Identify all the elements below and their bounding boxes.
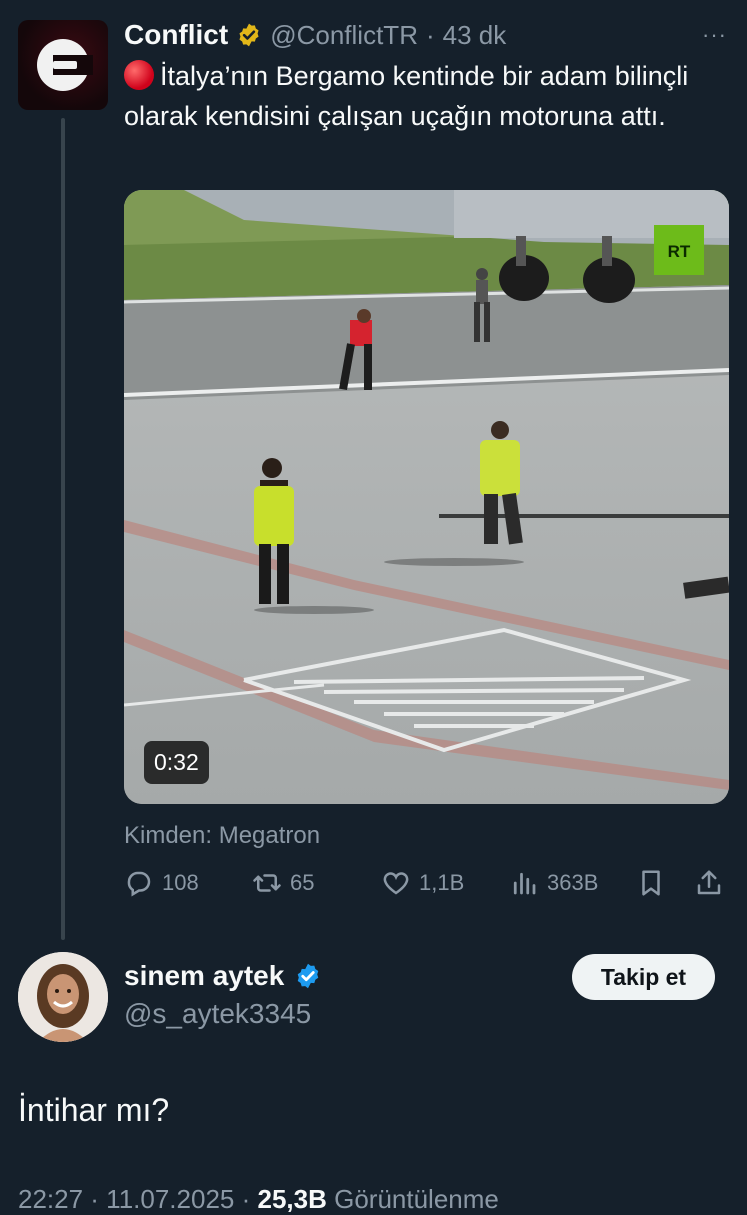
tweet-body: İtalya’nın Bergamo kentinde bir adam bil… <box>124 61 689 131</box>
share-icon <box>697 870 721 895</box>
reply-text: İntihar mı? <box>18 1092 170 1128</box>
views-button[interactable]: 363B <box>509 868 598 898</box>
reply-views-count: 25,3B <box>257 1184 327 1214</box>
retweet-count: 65 <box>290 870 315 895</box>
source-label[interactable]: Kimden: Megatron <box>124 822 320 850</box>
views-icon <box>513 872 536 895</box>
red-circle-icon <box>124 60 154 90</box>
svg-text:RT: RT <box>668 242 691 261</box>
tweet-header: Conflict @ConflictTR · 43 dk <box>124 18 506 52</box>
follow-button[interactable]: Takip et <box>572 954 715 1000</box>
like-count: 1,1B <box>419 870 465 895</box>
reply-button[interactable]: 108 <box>124 868 199 898</box>
like-button[interactable]: 1,1B <box>381 868 464 898</box>
author-name[interactable]: Conflict <box>124 19 228 51</box>
reply-count: 108 <box>162 870 199 895</box>
thread-line <box>61 118 65 940</box>
reply-author-name[interactable]: sinem aytek <box>124 960 284 992</box>
reply-views-label: Görüntülenme <box>326 1184 499 1214</box>
tweet-text: İtalya’nın Bergamo kentinde bir adam bil… <box>124 56 724 136</box>
verified-gold-icon <box>239 23 259 47</box>
reply-timestamp[interactable]: 22:27 · 11.07.2025 · <box>18 1184 257 1214</box>
views-count: 363B <box>547 870 599 895</box>
bookmark-icon <box>642 870 660 896</box>
retweet-icon <box>253 874 281 892</box>
reply-author-handle[interactable]: @s_aytek3345 <box>124 998 311 1030</box>
sinem-avatar[interactable] <box>18 952 108 1042</box>
conflict-avatar[interactable] <box>18 20 108 110</box>
like-icon <box>383 872 409 895</box>
video-player[interactable]: RT 0:32 <box>124 190 729 804</box>
author-handle[interactable]: @ConflictTR <box>270 20 418 51</box>
verified-blue-icon <box>298 963 319 989</box>
bookmark-button[interactable] <box>636 868 666 898</box>
tweet-time[interactable]: 43 dk <box>443 20 507 51</box>
action-bar: 108 65 1,1B 363B <box>124 868 729 904</box>
retweet-button[interactable]: 65 <box>252 868 314 898</box>
reply-icon <box>127 871 151 897</box>
more-icon[interactable]: ··· <box>702 22 727 48</box>
reply-author: sinem aytek <box>124 960 322 992</box>
share-button[interactable] <box>694 868 724 898</box>
video-frame: RT <box>124 190 729 804</box>
video-duration: 0:32 <box>144 741 209 784</box>
separator: · <box>425 19 435 50</box>
sinem-avatar-image <box>18 952 108 1042</box>
